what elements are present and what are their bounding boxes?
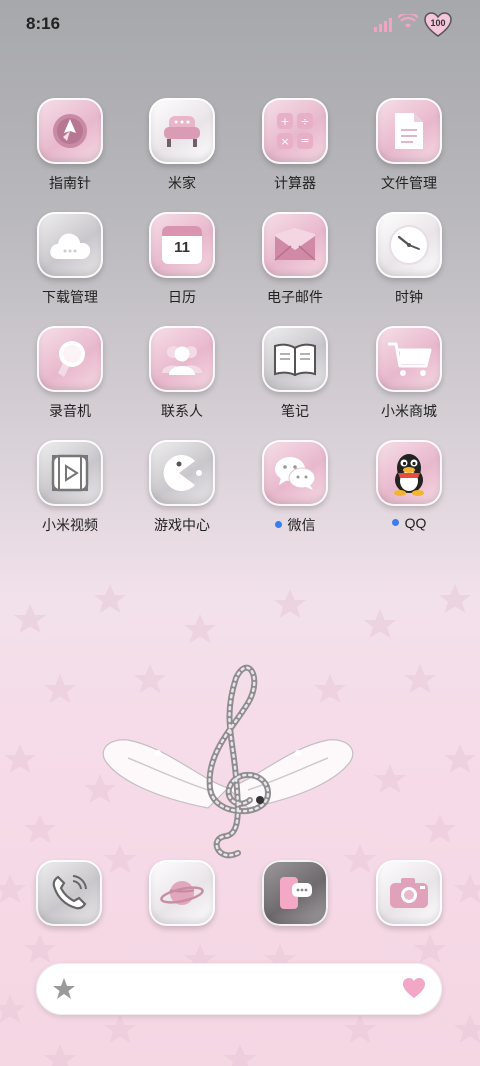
contacts-icon — [149, 326, 215, 392]
app-label: 电子邮件 — [267, 289, 323, 305]
battery-indicator: 100 — [424, 12, 452, 38]
status-bar: 8:16 100 — [0, 0, 480, 52]
signal-icon — [374, 18, 392, 32]
app-label: 笔记 — [281, 403, 309, 419]
app-label: 微信 — [239, 515, 351, 535]
camera-icon — [390, 878, 428, 908]
app-label: 小米视频 — [42, 517, 98, 533]
app-label: 录音机 — [49, 403, 91, 419]
svg-text:+: + — [280, 115, 289, 128]
svg-text:×: × — [280, 135, 289, 148]
app-notes[interactable]: 笔记 — [239, 326, 351, 421]
battery-level: 100 — [430, 18, 446, 28]
calculator-icon: + ÷ × = — [262, 98, 328, 164]
app-recorder[interactable]: 录音机 — [14, 326, 126, 421]
app-qq[interactable]: QQ — [353, 440, 465, 531]
pacman-icon — [149, 440, 215, 506]
cart-icon — [376, 326, 442, 392]
calendar-icon: 11 — [149, 212, 215, 278]
lightbulb-icon — [37, 326, 103, 392]
search-bar[interactable] — [36, 963, 442, 1015]
app-mi-video[interactable]: 小米视频 — [14, 440, 126, 535]
app-compass[interactable]: 指南针 — [14, 98, 126, 193]
star-icon — [53, 978, 75, 999]
phone-icon — [52, 875, 87, 910]
sofa-icon — [149, 98, 215, 164]
clef-wings-wallpaper — [102, 664, 354, 859]
svg-text:÷: ÷ — [300, 115, 309, 128]
new-indicator — [391, 518, 399, 526]
file-icon — [376, 98, 442, 164]
heart-icon — [403, 978, 425, 998]
app-label: 计算器 — [274, 175, 316, 191]
app-clock[interactable]: 时钟 — [353, 212, 465, 307]
dock-phone[interactable] — [36, 860, 102, 926]
app-mijia[interactable]: 米家 — [126, 98, 238, 193]
app-file-manager[interactable]: 文件管理 — [353, 98, 465, 193]
app-label: 米家 — [168, 175, 196, 191]
app-label: 下载管理 — [42, 289, 98, 305]
app-label: 日历 — [168, 289, 196, 305]
mail-icon — [262, 212, 328, 278]
app-email[interactable]: 电子邮件 — [239, 212, 351, 307]
app-label: QQ — [353, 515, 465, 531]
app-label: 时钟 — [395, 289, 423, 305]
app-calendar[interactable]: 11 日历 — [126, 212, 238, 307]
calendar-date: 11 — [174, 239, 190, 256]
app-download-manager[interactable]: 下载管理 — [14, 212, 126, 307]
app-game-center[interactable]: 游戏中心 — [126, 440, 238, 535]
wechat-icon — [262, 440, 328, 506]
dock-camera[interactable] — [376, 860, 442, 926]
app-wechat[interactable]: 微信 — [239, 440, 351, 535]
dock-messages[interactable] — [262, 860, 328, 926]
cloud-download-icon — [37, 212, 103, 278]
app-calculator[interactable]: + ÷ × = 计算器 — [239, 98, 351, 193]
message-icon — [280, 877, 312, 909]
app-label: 指南针 — [49, 175, 91, 191]
app-label: 联系人 — [161, 403, 203, 419]
dock-browser[interactable] — [149, 860, 215, 926]
planet-icon — [160, 881, 204, 905]
qq-penguin-icon — [376, 440, 442, 506]
compass-icon — [37, 98, 103, 164]
dock — [0, 858, 480, 934]
video-icon — [37, 440, 103, 506]
app-label: 小米商城 — [381, 403, 437, 419]
svg-text:=: = — [300, 134, 309, 147]
new-indicator — [274, 520, 282, 528]
app-contacts[interactable]: 联系人 — [126, 326, 238, 421]
app-label: 文件管理 — [381, 175, 437, 191]
app-mi-store[interactable]: 小米商城 — [353, 326, 465, 421]
book-icon — [262, 326, 328, 392]
wifi-icon — [398, 14, 418, 28]
status-time: 8:16 — [26, 14, 61, 33]
app-label: 游戏中心 — [154, 517, 210, 533]
clock-icon — [376, 212, 442, 278]
